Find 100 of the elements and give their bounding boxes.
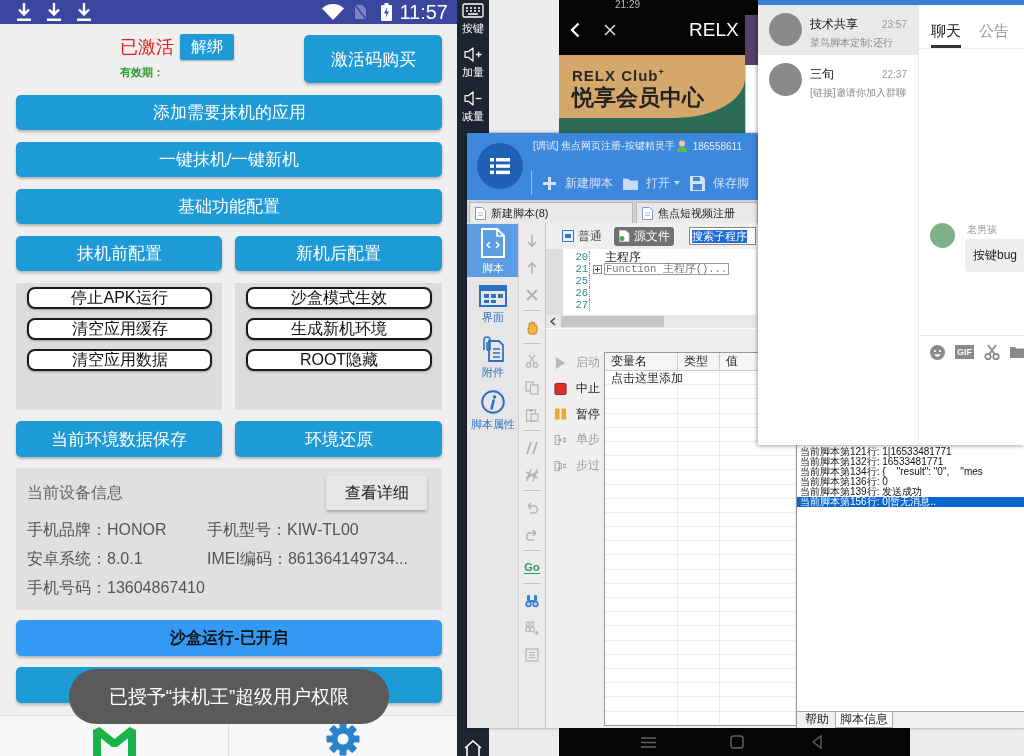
copy-icon[interactable] bbox=[525, 380, 539, 395]
option-button[interactable]: 沙盒模式生效 bbox=[246, 287, 432, 309]
status-time: 21:29 bbox=[614, 0, 642, 10]
scrollbar-thumb[interactable] bbox=[561, 316, 664, 327]
option-button[interactable]: 清空应用缓存 bbox=[27, 318, 212, 340]
arrow-up-icon[interactable] bbox=[525, 260, 539, 275]
step-over-icon bbox=[554, 458, 567, 473]
expand-icon[interactable] bbox=[593, 264, 602, 274]
info-field: 手机品牌：HONOR bbox=[27, 520, 207, 540]
person-icon bbox=[676, 140, 687, 152]
pause-icon bbox=[554, 407, 567, 422]
info-field: 安卓系统：8.0.1 bbox=[27, 549, 207, 569]
menu-icon[interactable] bbox=[477, 143, 523, 189]
nav-item[interactable]: 脚本属性 bbox=[467, 383, 518, 436]
grid-icon bbox=[478, 284, 507, 307]
panel-tab[interactable]: 帮助 bbox=[800, 712, 834, 728]
list-icon[interactable] bbox=[525, 647, 539, 662]
page-title: RELX bbox=[689, 19, 739, 41]
pause-button[interactable]: 暂停 bbox=[546, 401, 604, 428]
crossed-slash-icon[interactable] bbox=[525, 467, 539, 482]
nav-item[interactable]: 附件 bbox=[467, 330, 518, 383]
promo-banner[interactable]: RELX Club$^{+}$ 悦享会员中心 bbox=[559, 55, 745, 118]
save-icon bbox=[690, 175, 705, 191]
folded-code[interactable]: Function 主程序()... bbox=[604, 263, 730, 275]
details-button[interactable]: 查看详细 bbox=[326, 476, 427, 510]
side-button[interactable]: 按键 bbox=[457, 0, 489, 44]
message-bubble: 按键bug bbox=[965, 239, 1024, 272]
log-line[interactable]: 当前脚本第132行: 16533481771 bbox=[797, 457, 1024, 467]
line-number: 25 bbox=[563, 275, 590, 287]
close-icon[interactable] bbox=[604, 24, 616, 36]
chat-tab[interactable]: 聊天 bbox=[931, 22, 961, 48]
avatar bbox=[930, 223, 955, 248]
log-line[interactable]: 当前脚本第134行: { "result": "0", "mes bbox=[797, 467, 1024, 477]
scissors-icon[interactable] bbox=[525, 353, 539, 368]
conversation-item[interactable]: 技术共享 23:57 菜鸟脚本定制;还行 bbox=[758, 5, 918, 55]
paperclip-document-icon bbox=[481, 335, 504, 362]
home-icon[interactable] bbox=[464, 740, 482, 756]
photo-placeholder bbox=[745, 15, 758, 65]
banner-brand: RELX Club$^{+}$ bbox=[572, 66, 665, 84]
wifi-icon bbox=[322, 4, 345, 20]
step-icon bbox=[554, 432, 567, 447]
info-field: 手机号码：13604867410 bbox=[27, 578, 207, 598]
validity-label: 有效期： bbox=[120, 66, 164, 79]
scissors-icon[interactable] bbox=[984, 344, 1000, 360]
arrow-down-icon[interactable] bbox=[525, 233, 539, 248]
avatar bbox=[769, 13, 802, 46]
double-slash-icon[interactable] bbox=[525, 440, 539, 455]
file-tab[interactable]: 焦点短视频注册 bbox=[636, 202, 758, 223]
log-line[interactable]: 当前脚本第121行: 1|16533481771 bbox=[797, 447, 1024, 457]
option-button[interactable]: 生成新机环境 bbox=[246, 318, 432, 340]
option-button[interactable]: ROOT隐藏 bbox=[246, 349, 432, 371]
square-icon[interactable] bbox=[730, 735, 744, 749]
menu-icon[interactable] bbox=[641, 736, 656, 748]
cross-icon[interactable] bbox=[525, 287, 539, 302]
sandbox-button[interactable]: 沙盒运行-已开启 bbox=[16, 620, 442, 656]
info-field: IMEI编码：861364149734... bbox=[207, 549, 427, 569]
side-button[interactable]: 减量 bbox=[457, 88, 489, 132]
view-mode-button[interactable]: 源文件 bbox=[614, 226, 674, 246]
code-line: 主程序 bbox=[605, 251, 641, 263]
sender-name: 老男孩 bbox=[967, 223, 998, 236]
contact-name: 三旬 bbox=[810, 66, 834, 83]
horizontal-scrollbar[interactable] bbox=[546, 315, 756, 328]
clipboard-icon[interactable] bbox=[525, 407, 539, 422]
clock-time: 11:57 bbox=[399, 0, 448, 24]
log-line[interactable]: 当前脚本第136行: 0 bbox=[797, 477, 1024, 487]
document-icon bbox=[642, 206, 653, 220]
download-icon bbox=[77, 3, 91, 21]
document-icon bbox=[618, 230, 630, 242]
panel-tab[interactable]: 脚本信息 bbox=[835, 712, 893, 728]
side-button[interactable]: 加量 bbox=[457, 44, 489, 88]
settings-icon[interactable] bbox=[326, 722, 360, 756]
option-button[interactable]: 清空应用数据 bbox=[27, 349, 212, 371]
no-sim-icon bbox=[354, 4, 368, 20]
binoculars-arrow-icon[interactable] bbox=[525, 620, 539, 635]
option-button[interactable]: 停止APK运行 bbox=[27, 287, 212, 309]
battery-icon bbox=[381, 3, 393, 21]
binoculars-icon[interactable] bbox=[525, 593, 539, 608]
folder-icon[interactable] bbox=[1010, 346, 1024, 358]
column-header: 类型 bbox=[678, 353, 720, 370]
nav-item[interactable]: 界面 bbox=[467, 277, 518, 330]
download-icon bbox=[17, 3, 31, 21]
line-number: 27 bbox=[563, 299, 590, 311]
log-line[interactable]: 当前脚本第139行: 发送成功 bbox=[797, 487, 1024, 497]
emoji-icon[interactable] bbox=[930, 344, 945, 360]
code-gutter bbox=[546, 249, 563, 315]
column-header: 变量名 bbox=[605, 353, 678, 370]
search-field[interactable]: 搜索子程序 bbox=[689, 227, 756, 245]
avatar bbox=[769, 63, 802, 96]
hand-icon[interactable] bbox=[525, 320, 539, 335]
scroll-left-icon[interactable] bbox=[550, 317, 556, 326]
view-mode-button[interactable]: 普通 bbox=[558, 226, 606, 246]
info-icon bbox=[480, 389, 505, 414]
file-tab[interactable]: 新建脚本(8) bbox=[469, 202, 633, 223]
undo-icon[interactable] bbox=[525, 500, 539, 515]
permission-toast: 已授予“抹机王”超级用户权限 bbox=[69, 669, 389, 724]
redo-icon[interactable] bbox=[525, 527, 539, 542]
conversation-item[interactable]: 三旬 22:37 [链接]邀请你加入群聊 bbox=[758, 55, 918, 105]
message-time: 23:57 bbox=[881, 19, 907, 30]
stop-icon bbox=[554, 381, 567, 396]
stop-button[interactable]: 中止 bbox=[546, 375, 604, 402]
